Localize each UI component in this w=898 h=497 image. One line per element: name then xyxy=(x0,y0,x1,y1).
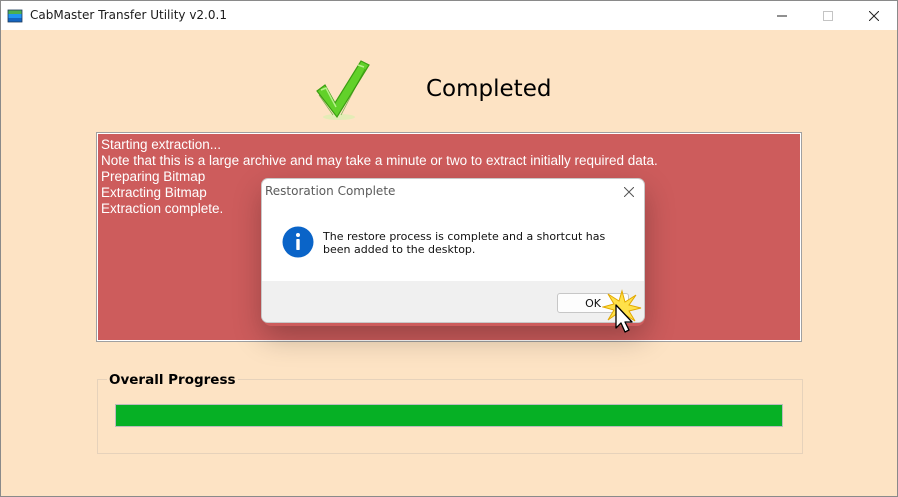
mouse-cursor-icon xyxy=(615,304,633,333)
minimize-icon xyxy=(777,15,787,16)
overall-progress-bar xyxy=(115,404,783,427)
app-window: CabMaster Transfer Utility v2.0.1 Comple… xyxy=(0,0,898,497)
package-stack-icon xyxy=(7,9,23,23)
log-line: Starting extraction... xyxy=(101,137,222,152)
title-bar[interactable]: CabMaster Transfer Utility v2.0.1 xyxy=(1,1,897,30)
maximize-icon xyxy=(823,10,833,21)
status-heading: Completed xyxy=(426,76,552,102)
progress-label: Overall Progress xyxy=(107,372,238,388)
restoration-dialog: Restoration Complete The restore process… xyxy=(261,178,645,323)
minimize-button[interactable] xyxy=(759,1,805,30)
dialog-footer: OK xyxy=(262,281,644,322)
maximize-button[interactable] xyxy=(805,1,851,30)
window-title: CabMaster Transfer Utility v2.0.1 xyxy=(30,8,227,22)
close-icon xyxy=(624,187,634,197)
info-icon xyxy=(282,226,314,258)
green-checkmark-icon xyxy=(316,60,370,120)
log-line: Note that this is a large archive and ma… xyxy=(101,153,658,168)
close-button[interactable] xyxy=(851,1,897,30)
progress-fill xyxy=(116,405,782,426)
dialog-message: The restore process is complete and a sh… xyxy=(323,230,606,256)
close-icon xyxy=(869,10,879,21)
dialog-title: Restoration Complete xyxy=(265,184,396,198)
dialog-close-button[interactable] xyxy=(618,182,640,202)
